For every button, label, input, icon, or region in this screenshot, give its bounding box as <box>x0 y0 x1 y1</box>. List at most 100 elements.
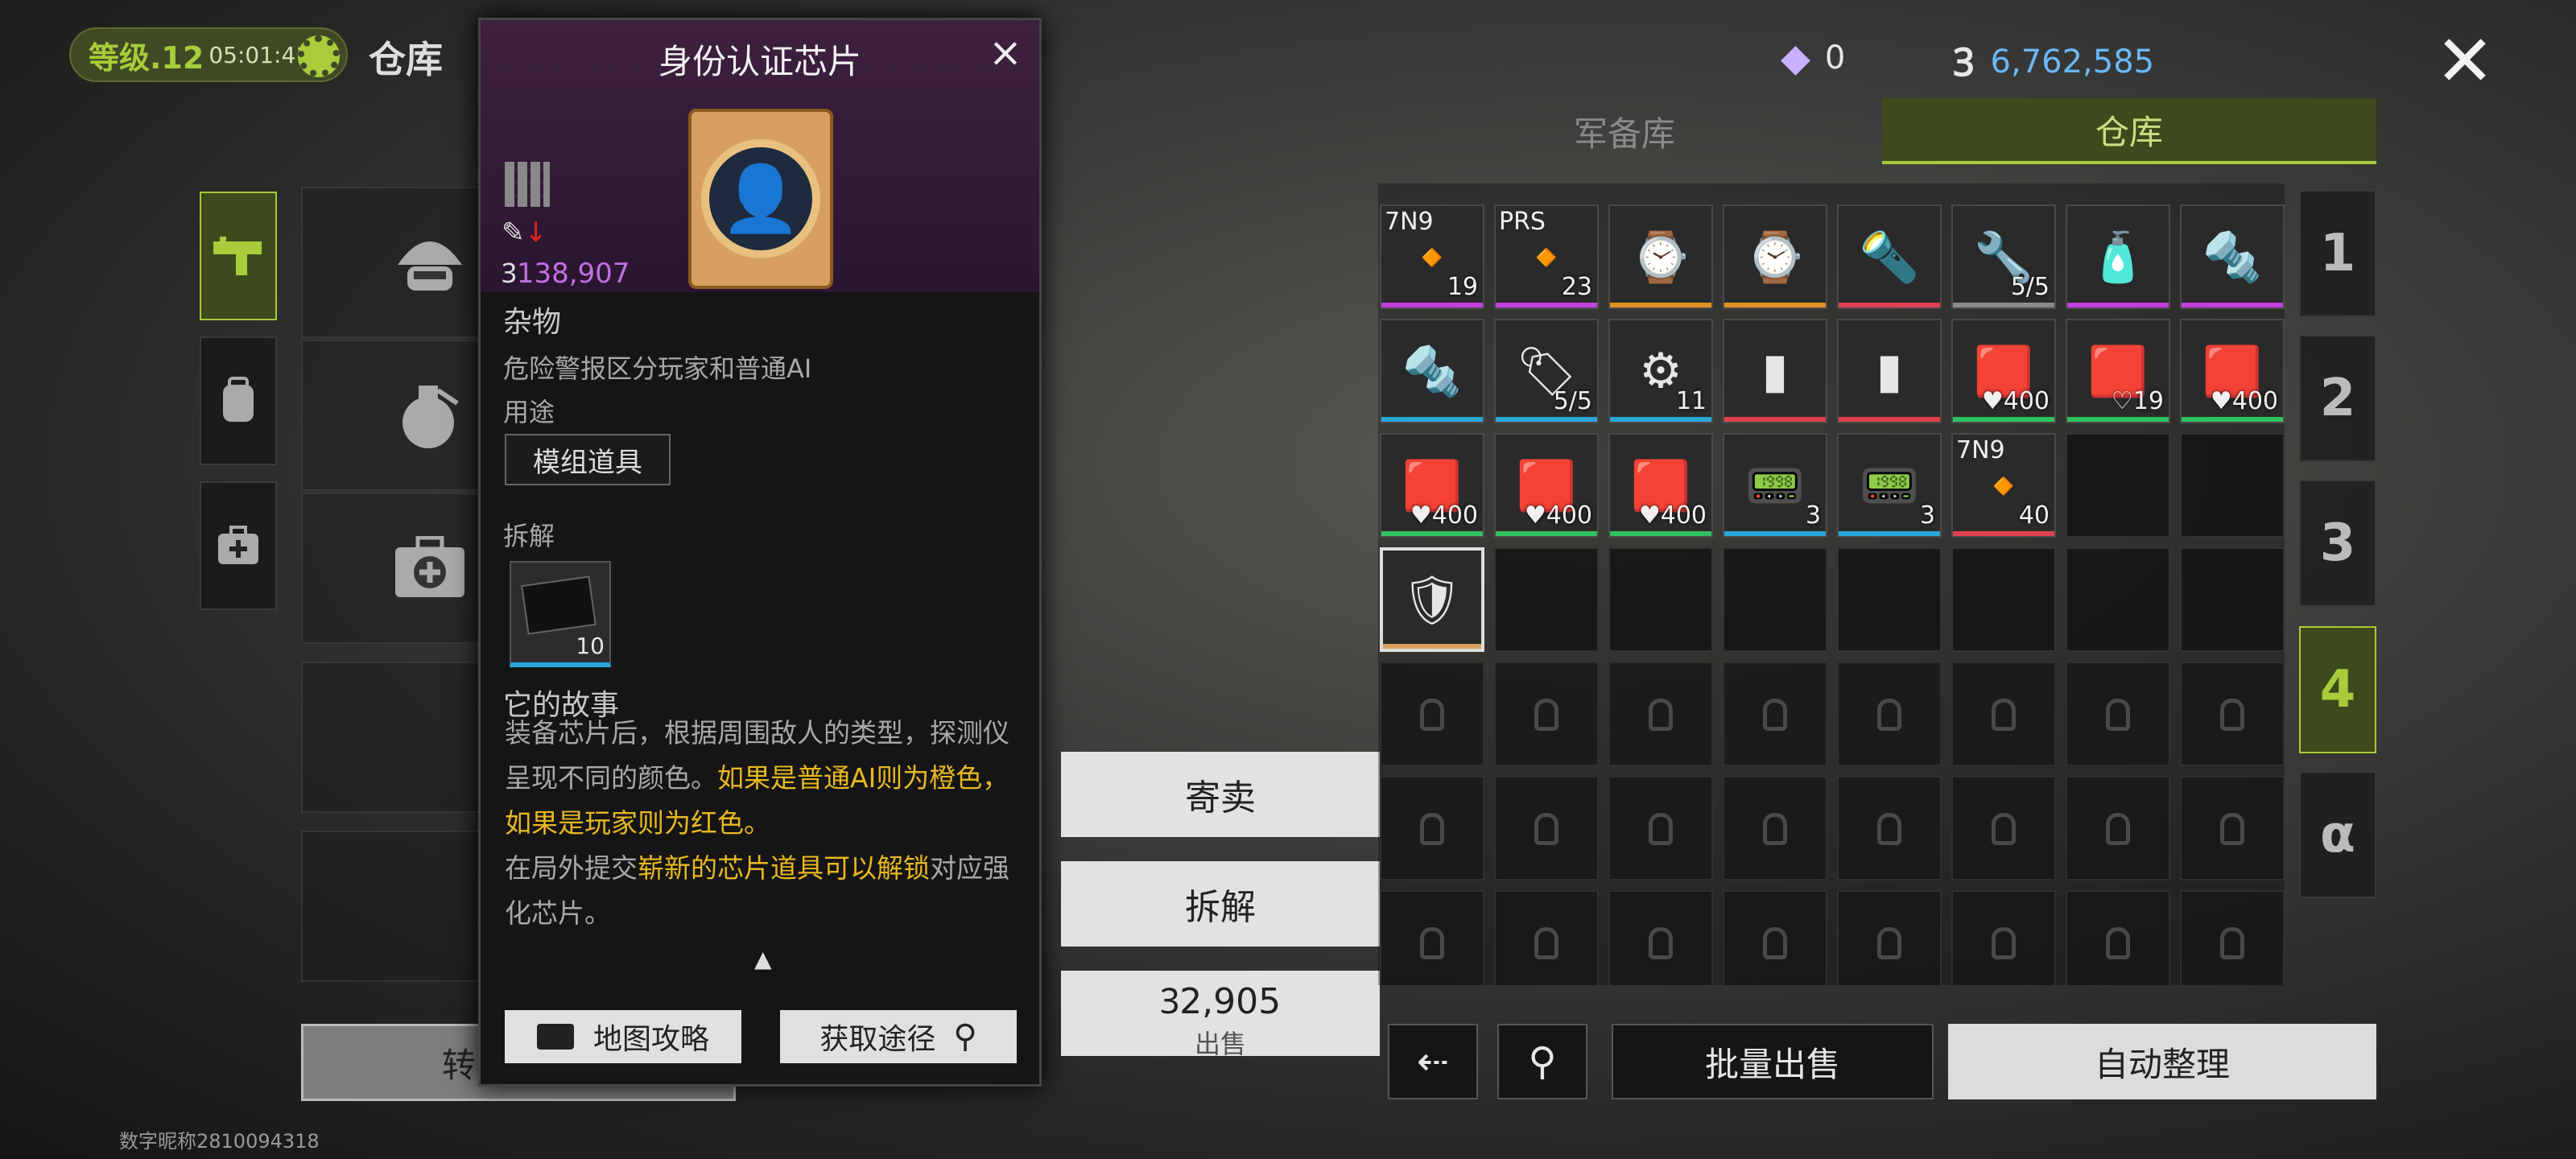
page-tab-1[interactable]: 1 <box>2299 190 2376 317</box>
inventory-item[interactable]: ⌚ <box>1723 204 1827 309</box>
empty-slot[interactable] <box>2066 547 2170 652</box>
locked-slot <box>1608 890 1713 985</box>
item-icon: 🛡 <box>1401 571 1463 629</box>
gear-icon[interactable] <box>298 35 340 77</box>
lock-icon <box>1992 699 2016 731</box>
inventory-item[interactable]: 🔩 <box>1380 319 1484 423</box>
item-icon: 🧴 <box>2087 229 2149 286</box>
inventory-item[interactable]: 🔸 7N9 19 <box>1380 204 1484 309</box>
locked-slot <box>1494 662 1599 766</box>
inventory-item[interactable]: 🔸 PRS 23 <box>1494 204 1599 309</box>
page-tab-2[interactable]: 2 <box>2299 335 2376 462</box>
disassemble-label: 拆解 <box>503 521 555 551</box>
empty-slot[interactable] <box>1723 547 1827 652</box>
grenade-icon <box>402 386 459 448</box>
locked-slot <box>1494 776 1599 881</box>
tab-medkit[interactable] <box>200 481 277 610</box>
close-icon[interactable]: ✕ <box>2431 26 2499 97</box>
item-icon: ▮ <box>1761 343 1789 399</box>
inventory-item[interactable]: ▮ <box>1723 319 1827 423</box>
inventory-item[interactable]: 📟 3 <box>1837 433 1942 538</box>
tab-backpack[interactable] <box>200 336 277 465</box>
scroll-up-icon[interactable]: ▲ <box>754 946 772 972</box>
rarity-bar <box>1496 531 1597 536</box>
inventory-item[interactable]: 🟥 ♥400 <box>1494 433 1599 538</box>
page-tab-5[interactable]: α <box>2299 771 2376 898</box>
rarity-bar <box>1953 303 2054 307</box>
lock-icon <box>1763 813 1787 845</box>
page-tab-3[interactable]: 3 <box>2299 480 2376 607</box>
disassemble-count: 10 <box>576 633 605 659</box>
inventory-item[interactable]: ⌚ <box>1608 204 1713 309</box>
tab-armory[interactable]: 军备库 <box>1378 98 1871 164</box>
sell-button[interactable]: Ꝫ2,905 出售 <box>1061 971 1380 1059</box>
rarity-bar <box>1953 531 2054 536</box>
inventory-item[interactable]: ▮ <box>1837 319 1942 423</box>
inventory-item[interactable]: 🟥 ♥400 <box>1608 433 1713 538</box>
lock-icon <box>2220 699 2244 731</box>
inventory-item[interactable]: 🟥 ♡19 <box>2066 319 2170 423</box>
inventory-item[interactable]: 🧴 <box>2066 204 2170 309</box>
empty-slot[interactable] <box>1608 547 1713 652</box>
empty-slot[interactable] <box>2066 433 2170 538</box>
usage-tag[interactable]: 模组道具 <box>505 434 671 485</box>
inventory-item[interactable]: 🛡 <box>1380 547 1484 652</box>
inventory-item[interactable]: 🔦 <box>1837 204 1942 309</box>
sell-price: Ꝫ2,905 <box>1061 975 1380 1024</box>
inventory-item[interactable]: 🔧 5/5 <box>1951 204 2056 309</box>
batch-sell-button[interactable]: 批量出售 <box>1612 1024 1934 1099</box>
tab-weapons[interactable] <box>200 192 277 320</box>
auto-sort-button[interactable]: 自动整理 <box>1948 1024 2376 1099</box>
search-button[interactable]: ⚲ <box>1497 1024 1587 1099</box>
back-arrow-icon: ⇠ <box>1416 1039 1450 1084</box>
item-icon: ⌚ <box>1630 229 1691 286</box>
empty-slot[interactable] <box>2180 547 2285 652</box>
map-icon <box>536 1024 574 1050</box>
inventory-item[interactable]: 🟥 ♥400 <box>1380 433 1484 538</box>
item-count: ♥400 <box>1410 501 1478 530</box>
item-icon: 🔩 <box>2202 229 2263 286</box>
locked-slot <box>1608 776 1713 881</box>
rarity-bar <box>1381 417 1483 422</box>
gun-icon <box>213 237 262 275</box>
item-icon: ▮ <box>1876 343 1903 399</box>
inventory-item[interactable]: 🔩 <box>2180 204 2285 309</box>
inventory-item[interactable]: 🔸 7N9 40 <box>1951 433 2056 538</box>
transfer-label: 转 <box>442 1045 477 1085</box>
consign-button[interactable]: 寄卖 <box>1061 752 1380 837</box>
inventory-item[interactable]: 🟥 ♥400 <box>1951 319 2056 423</box>
inventory-item[interactable]: 🏷 5/5 <box>1494 319 1599 423</box>
map-guide-button[interactable]: 地图攻略 <box>505 1010 741 1063</box>
lock-icon <box>1649 813 1673 845</box>
back-button[interactable]: ⇠ <box>1388 1024 1478 1099</box>
backpack-icon <box>223 377 254 422</box>
locked-slot <box>1380 776 1484 881</box>
disassemble-button[interactable]: 拆解 <box>1061 861 1380 947</box>
disassemble-result-item[interactable]: 10 <box>510 561 611 667</box>
item-icon: 🔩 <box>1402 343 1463 400</box>
tab-warehouse[interactable]: 仓库 <box>1882 98 2376 164</box>
coin-icon: Ꝫ <box>502 258 517 290</box>
empty-slot[interactable] <box>1494 547 1599 652</box>
item-count: ♡19 <box>2111 387 2164 415</box>
lock-icon <box>1763 699 1787 731</box>
item-count: 3 <box>1919 501 1935 530</box>
item-detail-panel: 身份认证芯片 × ✎↓ Ꝫ138,907 👤 杂物 危险警报区分玩家和普通AI … <box>478 18 1042 1087</box>
close-icon[interactable]: × <box>986 32 1025 73</box>
rarity-bar <box>2182 303 2283 307</box>
item-label: 7N9 <box>1956 436 2005 464</box>
inventory-item[interactable]: 📟 3 <box>1723 433 1827 538</box>
inventory-item[interactable]: 🟥 ♥400 <box>2180 319 2285 423</box>
empty-slot[interactable] <box>1951 547 2056 652</box>
money-counter: Ꝫ 6,762,585 <box>1953 35 2154 88</box>
locked-slot <box>2180 890 2285 985</box>
empty-slot[interactable] <box>2180 433 2285 538</box>
inventory-item[interactable]: ⚙ 11 <box>1608 319 1713 423</box>
empty-slot[interactable] <box>1837 547 1942 652</box>
rarity-bar <box>1610 303 1711 307</box>
lock-icon <box>1420 813 1444 845</box>
helmet-icon <box>398 241 462 291</box>
rarity-bar <box>1496 303 1597 307</box>
source-button[interactable]: 获取途径 ⚲ <box>780 1010 1017 1063</box>
page-tab-4[interactable]: 4 <box>2299 626 2376 753</box>
